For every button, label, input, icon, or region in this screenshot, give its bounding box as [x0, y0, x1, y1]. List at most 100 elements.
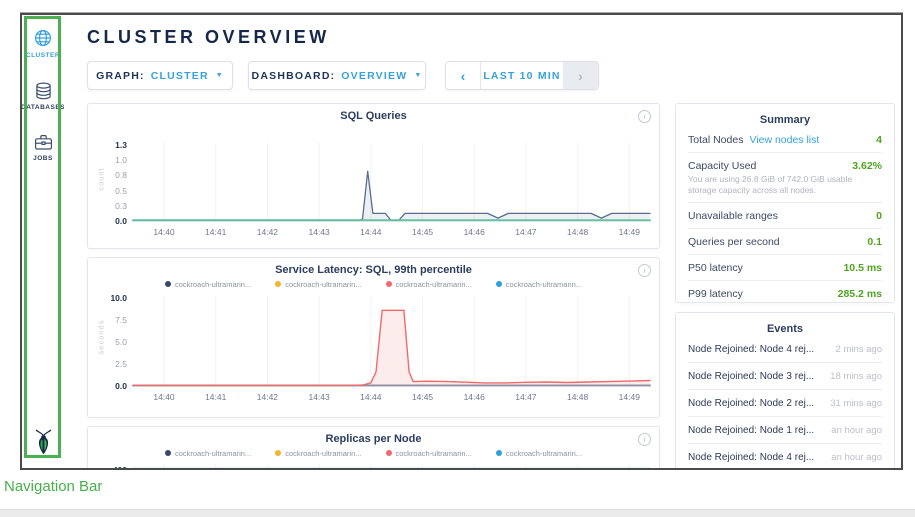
- chart-title: SQL Queries: [96, 110, 651, 123]
- summary-panel: Summary Total Nodes View nodes list 4 Capac…: [675, 103, 895, 303]
- sidebar-item-databases[interactable]: DATABASES: [22, 82, 64, 111]
- time-range-selector: ‹ LAST 10 MIN ›: [445, 61, 599, 90]
- y-tick-label: 2.5: [115, 359, 127, 369]
- svg-text:14:46: 14:46: [464, 392, 486, 402]
- event-row: Node Rejoined: Node 1 rej...an hour ago: [688, 417, 882, 444]
- chart-plot: 14:4014:4114:4214:4314:4414:4514:4614:47…: [132, 139, 651, 239]
- globe-icon: [33, 28, 53, 48]
- legend-item[interactable]: cockroach-ultramarin...: [496, 448, 582, 458]
- legend-dot-icon: [386, 450, 392, 456]
- legend-dot-icon: [165, 281, 171, 287]
- sidebar-item-jobs[interactable]: JOBS: [22, 134, 64, 162]
- legend-item[interactable]: cockroach-ultramarin...: [275, 448, 361, 458]
- legend-dot-icon: [496, 450, 502, 456]
- y-axis-ticks: 400: [106, 460, 132, 470]
- y-tick-label: 10.0: [110, 293, 127, 303]
- summary-row-value: 0: [876, 210, 882, 222]
- legend-label: cockroach-ultramarin...: [285, 449, 361, 458]
- legend-label: cockroach-ultramarin...: [285, 280, 361, 289]
- bottom-strip: [0, 509, 915, 517]
- legend-item[interactable]: cockroach-ultramarin...: [386, 448, 472, 458]
- event-time: 2 mins ago: [836, 344, 882, 355]
- view-nodes-list-link[interactable]: View nodes list: [749, 134, 819, 146]
- legend-item[interactable]: cockroach-ultramarin...: [496, 279, 582, 289]
- summary-row-value: 285.2 ms: [838, 288, 882, 300]
- summary-row: Total Nodes View nodes list 4: [688, 127, 882, 153]
- summary-row-label: Total Nodes: [688, 134, 743, 146]
- chart-legend: cockroach-ultramarin... cockroach-ultrama…: [96, 279, 651, 289]
- event-time: 31 mins ago: [830, 398, 882, 409]
- dashboard-dropdown-value: OVERVIEW: [341, 70, 407, 82]
- chart-plot: 14:4014:4114:4214:4314:4414:4514:4614:47…: [132, 460, 651, 470]
- summary-row-label: P50 latency: [688, 262, 743, 274]
- event-text: Node Rejoined: Node 3 rej...: [688, 371, 814, 382]
- legend-item[interactable]: cockroach-ultramarin...: [165, 448, 251, 458]
- summary-row-label: Queries per second: [688, 236, 780, 248]
- svg-text:14:46: 14:46: [464, 227, 486, 237]
- svg-text:14:49: 14:49: [619, 227, 641, 237]
- summary-row-description: You are using 26.8 GiB of 742.0 GiB usab…: [688, 174, 882, 196]
- event-text: Node Rejoined: Node 4 rej...: [688, 344, 814, 355]
- summary-row-value: 3.62%: [852, 160, 882, 172]
- y-tick-label: 400: [113, 465, 127, 470]
- summary-row: Queries per second0.1: [688, 229, 882, 255]
- chevron-down-icon: ▼: [414, 72, 422, 79]
- y-axis-label: seconds: [96, 292, 106, 404]
- y-tick-label: 1.0: [115, 155, 127, 165]
- info-icon[interactable]: i: [638, 110, 651, 123]
- controls-row: GRAPH: CLUSTER ▼ DASHBOARD: OVERVIEW ▼ ‹…: [87, 61, 901, 90]
- chart-title: Service Latency: SQL, 99th percentile: [96, 264, 651, 277]
- content-row: SQL Queries i count 0.00.30.50.81.01.3 1…: [87, 103, 901, 470]
- y-tick-label: 0.5: [115, 186, 127, 196]
- info-icon[interactable]: i: [638, 433, 651, 446]
- event-row: Node Rejoined: Node 3 rej... 18 mins ago: [688, 363, 882, 390]
- time-range-prev-button[interactable]: ‹: [446, 62, 481, 89]
- dashboard-dropdown-label: DASHBOARD:: [252, 70, 336, 82]
- databases-icon: [35, 82, 52, 100]
- sidebar-item-label: JOBS: [33, 155, 53, 162]
- y-tick-label: 0.8: [115, 170, 127, 180]
- summary-row-value: 4: [876, 134, 882, 146]
- svg-text:14:48: 14:48: [567, 227, 589, 237]
- event-row: Node Rejoined: Node 2 rej...31 mins ago: [688, 390, 882, 417]
- legend-item[interactable]: cockroach-ultramarin...: [165, 279, 251, 289]
- summary-row-label: Capacity Used: [688, 160, 756, 172]
- main-content: CLUSTER OVERVIEW GRAPH: CLUSTER ▼ DASHBO…: [64, 15, 901, 468]
- legend-label: cockroach-ultramarin...: [175, 449, 251, 458]
- legend-dot-icon: [386, 281, 392, 287]
- svg-text:14:45: 14:45: [412, 227, 434, 237]
- y-tick-label: 7.5: [115, 315, 127, 325]
- svg-text:14:45: 14:45: [412, 392, 434, 402]
- legend-item[interactable]: cockroach-ultramarin...: [386, 279, 472, 289]
- summary-row-value: 10.5 ms: [843, 262, 882, 274]
- sql-queries-chart-card: SQL Queries i count 0.00.30.50.81.01.3 1…: [87, 103, 660, 249]
- legend-dot-icon: [275, 450, 281, 456]
- svg-text:14:42: 14:42: [257, 392, 279, 402]
- summary-row: Capacity Used 3.62% You are using 26.8 GiB…: [688, 153, 882, 203]
- chart-plot: 14:4014:4114:4214:4314:4414:4514:4614:47…: [132, 292, 651, 404]
- info-icon[interactable]: i: [638, 264, 651, 277]
- svg-text:14:41: 14:41: [205, 227, 227, 237]
- chart-legend: cockroach-ultramarin... cockroach-ultrama…: [96, 448, 651, 458]
- y-tick-label: 0.0: [115, 216, 127, 226]
- svg-text:14:47: 14:47: [515, 227, 537, 237]
- summary-title: Summary: [688, 114, 882, 126]
- navigation-bar-annotation-label: Navigation Bar: [4, 478, 102, 495]
- y-axis-label: count: [96, 139, 106, 239]
- charts-column: SQL Queries i count 0.00.30.50.81.01.3 1…: [87, 103, 660, 470]
- summary-row: P50 latency 10.5 ms: [688, 255, 882, 281]
- graph-dropdown[interactable]: GRAPH: CLUSTER ▼: [87, 61, 233, 90]
- cockroachdb-logo[interactable]: [22, 429, 64, 455]
- dashboard-dropdown[interactable]: DASHBOARD: OVERVIEW ▼: [248, 61, 426, 90]
- briefcase-icon: [34, 134, 53, 151]
- legend-item[interactable]: cockroach-ultramarin...: [275, 279, 361, 289]
- events-panel: Events Node Rejoined: Node 4 rej...2 min…: [675, 312, 895, 469]
- sidebar-item-cluster[interactable]: CLUSTER: [22, 28, 64, 59]
- summary-row-label: Unavailable ranges: [688, 210, 778, 222]
- time-range-next-button[interactable]: ›: [563, 62, 598, 89]
- replicas-per-node-chart-card: Replicas per Node i cockroach-ultramarin…: [87, 426, 660, 470]
- time-range-label[interactable]: LAST 10 MIN: [481, 62, 563, 89]
- event-row: Node Rejoined: Node 4 rej... 2 mins ago: [688, 336, 882, 363]
- event-time: 18 mins ago: [830, 371, 882, 382]
- summary-row: Unavailable ranges 0: [688, 203, 882, 229]
